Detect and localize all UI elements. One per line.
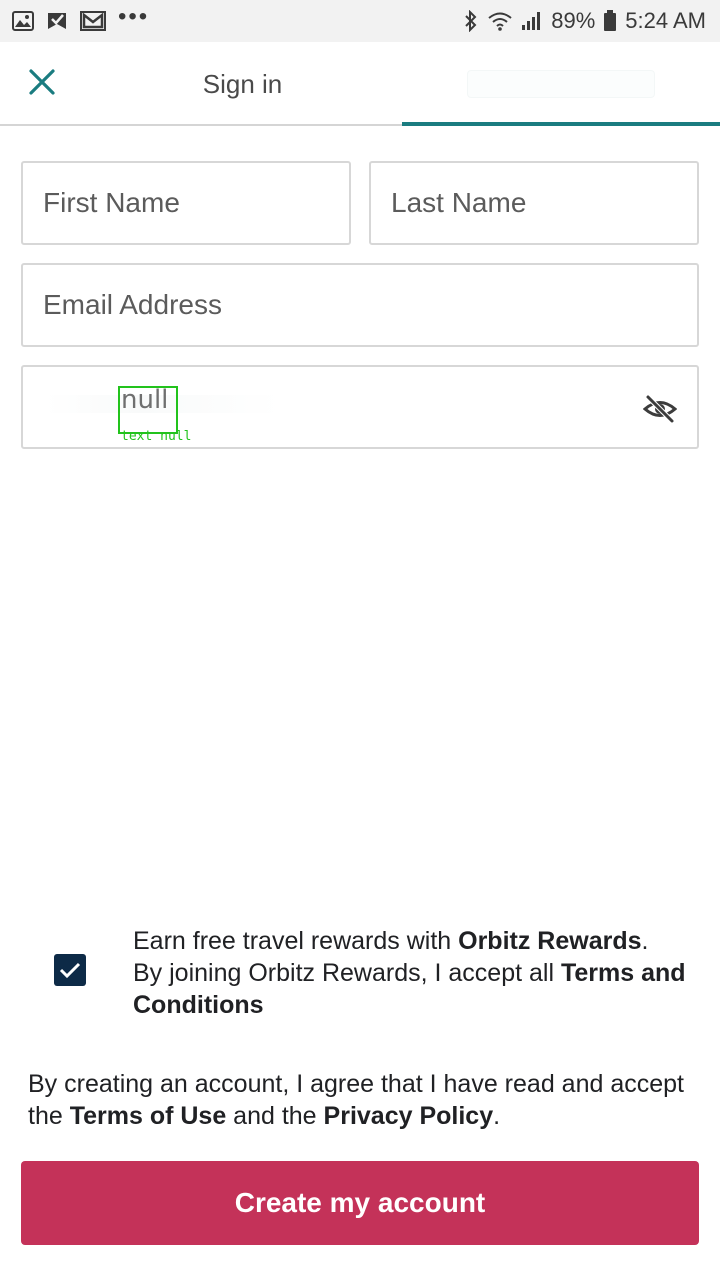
- image-icon: [12, 11, 34, 31]
- last-name-field[interactable]: [369, 161, 699, 245]
- close-icon: [29, 69, 55, 95]
- signal-icon: [521, 11, 543, 31]
- annotation-caption: text null: [121, 429, 192, 444]
- clock: 5:24 AM: [625, 8, 706, 33]
- password-overlay-text: null: [121, 385, 169, 415]
- toggle-password-visibility-button[interactable]: [642, 392, 678, 426]
- checkmark-icon: [59, 962, 81, 979]
- battery-icon: [603, 10, 617, 32]
- first-name-field[interactable]: [21, 161, 351, 245]
- email-input[interactable]: [43, 289, 697, 321]
- auth-header: Sign in: [0, 42, 720, 126]
- more-notifications-icon: •••: [118, 3, 150, 30]
- email-field[interactable]: [21, 263, 699, 347]
- orbitz-rewards-brand: Orbitz Rewards: [458, 927, 642, 955]
- tab-create-account[interactable]: [402, 42, 720, 126]
- status-right-icons: 89% 5:24 AM: [463, 8, 706, 34]
- legal-middle: and the: [226, 1102, 324, 1130]
- status-bar: ••• 89% 5:24 AM: [0, 0, 720, 42]
- rewards-checkbox[interactable]: [54, 954, 86, 986]
- terms-of-use-link[interactable]: Terms of Use: [70, 1102, 227, 1130]
- rewards-line1-suffix: .: [641, 927, 649, 955]
- legal-suffix: .: [493, 1102, 501, 1130]
- status-left-icons: •••: [12, 5, 149, 31]
- wifi-icon: [487, 11, 513, 31]
- check-bookmark-icon: [46, 11, 68, 31]
- first-name-input[interactable]: [43, 187, 349, 219]
- eye-off-icon: [642, 395, 678, 423]
- password-field[interactable]: null text null: [21, 365, 699, 449]
- last-name-input[interactable]: [391, 187, 697, 219]
- battery-percent: 89%: [551, 8, 596, 33]
- rewards-line1-prefix: Earn free travel rewards with: [133, 927, 459, 955]
- rewards-description: Earn free travel rewards with Orbitz Rew…: [133, 925, 693, 1021]
- tab-sign-in[interactable]: Sign in: [120, 42, 365, 126]
- create-account-button[interactable]: Create my account: [21, 1161, 699, 1245]
- legal-notice: By creating an account, I agree that I h…: [28, 1068, 698, 1132]
- gmail-icon: [80, 11, 106, 31]
- active-tab-indicator: [402, 122, 720, 126]
- privacy-policy-link[interactable]: Privacy Policy: [324, 1102, 494, 1130]
- bluetooth-icon: [463, 10, 479, 32]
- close-button[interactable]: [22, 62, 62, 102]
- tab-create-account-label: [467, 70, 655, 98]
- rewards-line2-prefix: By joining Orbitz Rewards, I accept all: [133, 959, 561, 987]
